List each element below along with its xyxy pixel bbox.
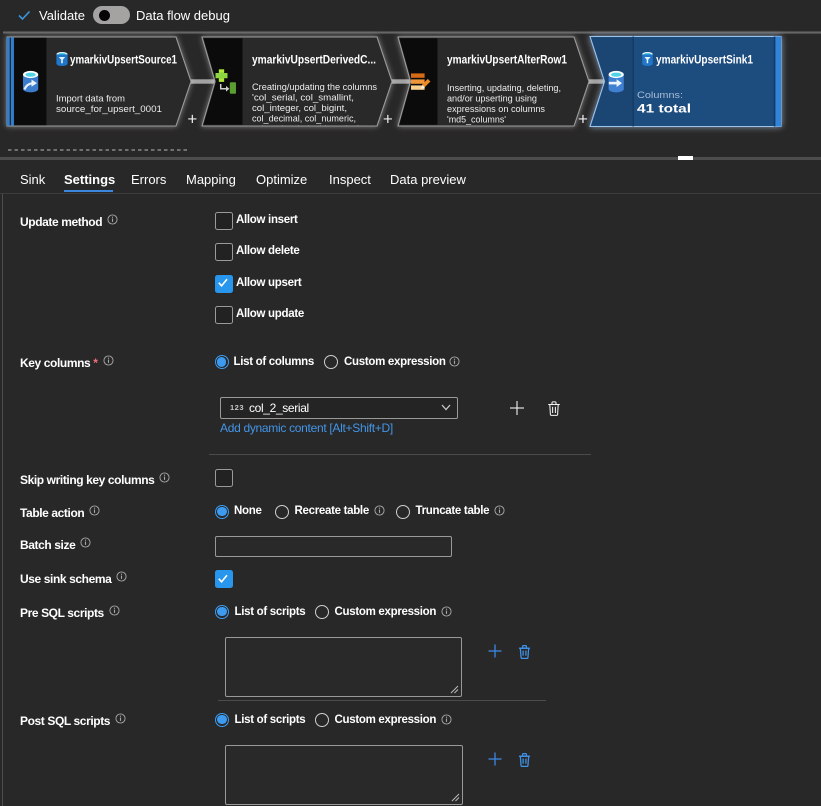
svg-text:Columns:: Columns: (637, 90, 683, 101)
svg-text:col_integer, col_bigint,: col_integer, col_bigint, (252, 103, 347, 114)
svg-text:+: + (187, 110, 197, 129)
svg-text:Import data from: Import data from (56, 94, 125, 105)
svg-text:col_decimal, col_numeric,: col_decimal, col_numeric, (252, 114, 356, 125)
svg-text:+: + (383, 110, 393, 129)
svg-text:'col_serial, col_smallint,: 'col_serial, col_smallint, (252, 93, 354, 104)
svg-text:'md5_columns': 'md5_columns' (447, 115, 506, 126)
svg-text:ymarkivUpsertSink1: ymarkivUpsertSink1 (656, 53, 753, 67)
svg-text:col_real, col_double, col_ch: col_real, col_double, col_ch (252, 124, 362, 135)
svg-text:ymarkivUpsertDerivedC...: ymarkivUpsertDerivedC... (252, 53, 376, 67)
svg-text:ymarkivUpsertSource1: ymarkivUpsertSource1 (70, 53, 177, 67)
svg-text:ymarkivUpsertAlterRow1: ymarkivUpsertAlterRow1 (447, 53, 567, 67)
svg-text:+: + (578, 110, 588, 129)
svg-text:Creating/updating the columns: Creating/updating the columns (252, 82, 377, 93)
svg-text:source_for_upsert_0001: source_for_upsert_0001 (56, 104, 162, 115)
svg-text:41 total: 41 total (637, 102, 691, 116)
svg-text:expressions on columns: expressions on columns (447, 104, 545, 115)
svg-text:and/or upserting using: and/or upserting using (447, 94, 537, 105)
svg-text:Inserting, updating, deleting,: Inserting, updating, deleting, (447, 83, 561, 94)
